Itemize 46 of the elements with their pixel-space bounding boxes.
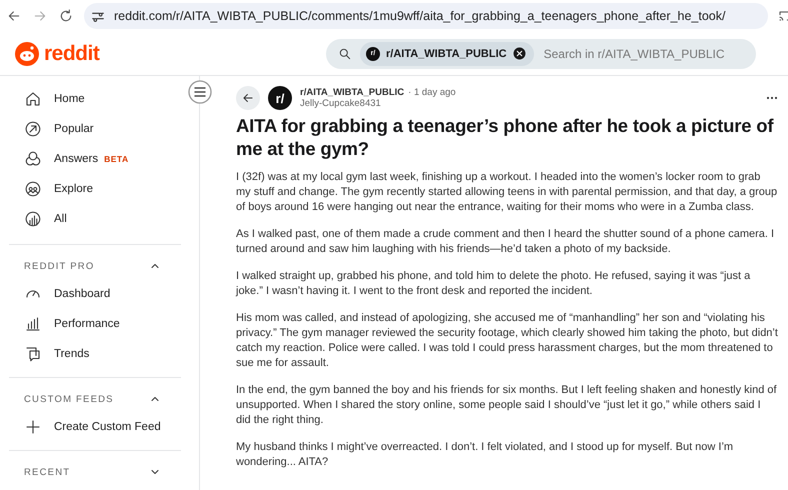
- logo-icon[interactable]: [15, 42, 39, 66]
- section-title: RECENT: [24, 466, 70, 478]
- post-title: AITA for grabbing a teenager’s phone after he took a picture of me at the gym?: [236, 114, 774, 160]
- post-paragraph: His mom was called, and instead of apologizing, she accused me of “manhandling” her son and “violating his privacy.” The gym manager reviewed the security footage, which clearly showed him taking the photo, but didn’t catch my reaction. Police were called. I was told I could press harassment charges, but the mom threatened to sue me for assault.: [236, 311, 778, 371]
- sidebar-item[interactable]: Performance: [24, 309, 181, 339]
- section-header[interactable]: RECENT: [24, 459, 181, 485]
- subreddit-avatar[interactable]: r/: [268, 86, 292, 110]
- section-header[interactable]: REDDIT PRO: [24, 253, 181, 279]
- search-icon: [338, 46, 352, 60]
- post-time: · 1 day ago: [408, 87, 456, 98]
- url-text: reddit.com/r/AITA_WIBTA_PUBLIC/comments/1mu9wff/aita_for_grabbing_a_teenagers_phone_after_he_took/: [114, 9, 726, 23]
- more-options-icon[interactable]: [766, 96, 778, 100]
- nav-icon: [24, 315, 42, 333]
- reload-icon[interactable]: [58, 8, 74, 24]
- sidebar-item[interactable]: Trends: [24, 339, 181, 369]
- nav-icon: [24, 90, 42, 108]
- back-icon: [241, 91, 255, 105]
- close-icon[interactable]: [512, 47, 526, 60]
- section-title: REDDIT PRO: [24, 260, 94, 272]
- section-title: CUSTOM FEEDS: [24, 394, 114, 404]
- menu-icon[interactable]: [188, 80, 212, 104]
- post-paragraph: I walked straight up, grabbed his phone, and told him to delete the photo. He refused, saying it was “just a joke.” I wasn’t having it. I went to the front desk and reported the incident.: [236, 269, 752, 299]
- back-button[interactable]: [236, 86, 260, 110]
- sidebar-item[interactable]: Answers BETA: [24, 144, 181, 174]
- address-bar[interactable]: reddit.com/r/AITA_WIBTA_PUBLIC/comments/1mu9wff/aita_for_grabbing_a_teenagers_phone_after_he_took/: [84, 3, 768, 29]
- nav-icon: [24, 120, 42, 138]
- sidebar-item[interactable]: Create Custom Feed: [24, 412, 181, 442]
- sidebar-item[interactable]: Home: [24, 84, 181, 114]
- sidebar-item[interactable]: All: [24, 204, 181, 234]
- nav-icon: [24, 418, 42, 436]
- author-link[interactable]: Jelly-Cupcake8431: [300, 98, 758, 109]
- post-paragraph: My husband thinks I might’ve overreacted. I don’t. I felt violated, and I stood up for myself. But now I’m wondering... AITA?: [236, 440, 734, 470]
- section-header[interactable]: CUSTOM FEEDS: [24, 386, 181, 412]
- post-paragraph: In the end, the gym banned the boy and his friends for six months. But I left feeling shaken and honestly kind of unsupported. When I shared the story online, some people said I should’ve “just let it go,” while others said I did the right thing.: [236, 383, 778, 428]
- nav-icon: [24, 150, 42, 168]
- subreddit-link[interactable]: r/AITA_WIBTA_PUBLIC: [300, 87, 404, 98]
- beta-label: BETA: [104, 154, 129, 164]
- sidebar-item[interactable]: Dashboard: [24, 279, 181, 309]
- chip-label: r/AITA_WIBTA_PUBLIC: [386, 48, 507, 60]
- nav-icon: [24, 210, 42, 228]
- nav-icon: [24, 345, 42, 363]
- nav-icon: [24, 180, 42, 198]
- sidebar-item[interactable]: Explore: [24, 174, 181, 204]
- post-paragraph: As I walked past, one of them made a crude comment and then I heard the shutter sound of a phone camera. I turned around and saw him laughing with his friends—he’d taken a photo of my backside.: [236, 227, 776, 257]
- sidebar-item[interactable]: Popular: [24, 114, 181, 144]
- post-paragraph: I (32f) was at my local gym last week, finishing up a workout. I headed into the women’s locker room to grab my stuff and change. The gym recently started allowing teens in with parental permission, and that day, a group of boys around 16 were hanging out near the entrance, waiting for their moms who were in a Zumba class.: [236, 170, 778, 215]
